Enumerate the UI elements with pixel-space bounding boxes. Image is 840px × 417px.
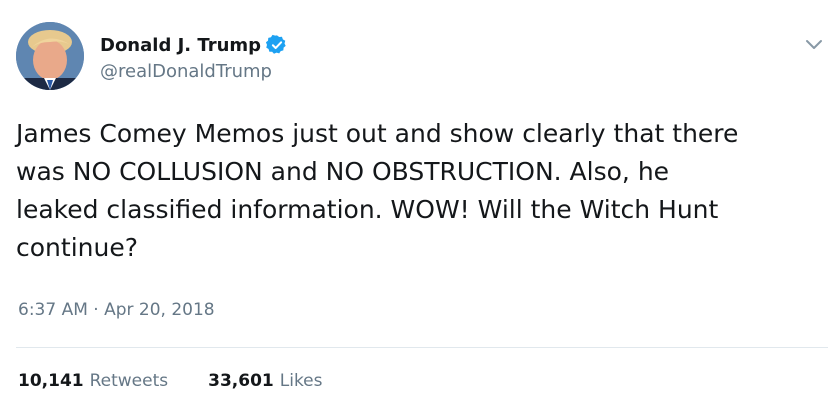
divider	[16, 347, 828, 348]
author-display-name[interactable]: Donald J. Trump	[100, 35, 261, 56]
avatar-image	[16, 22, 84, 90]
tweet-card: Donald J. Trump @realDonaldTrump James C…	[0, 0, 840, 417]
likes-count: 33,601	[208, 371, 274, 391]
verified-badge-icon	[265, 34, 288, 56]
avatar[interactable]	[16, 22, 84, 90]
retweets-stat[interactable]: 10,141 Retweets	[18, 371, 168, 391]
author-name-row: Donald J. Trump	[100, 33, 288, 57]
tweet-text: James Comey Memos just out and show clea…	[16, 119, 739, 262]
chevron-down-icon[interactable]	[804, 34, 824, 54]
retweets-label: Retweets	[89, 371, 169, 391]
likes-stat[interactable]: 33,601 Likes	[208, 371, 322, 391]
tweet-timestamp[interactable]: 6:37 AM · Apr 20, 2018	[18, 300, 215, 320]
tweet-stats: 10,141 Retweets 33,601 Likes	[18, 371, 363, 391]
retweets-count: 10,141	[18, 371, 84, 391]
author-handle[interactable]: @realDonaldTrump	[100, 61, 288, 82]
likes-label: Likes	[279, 371, 323, 391]
author-block: Donald J. Trump @realDonaldTrump	[100, 33, 288, 82]
